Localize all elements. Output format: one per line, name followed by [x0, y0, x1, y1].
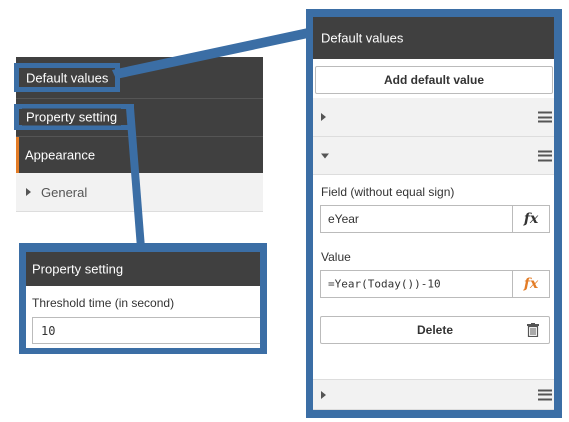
field-value: eYear — [328, 212, 359, 226]
drag-handle-icon[interactable] — [538, 389, 552, 400]
property-setting-zoom: Property setting Threshold time (in seco… — [19, 243, 267, 354]
default-value-item-expanded[interactable] — [313, 137, 554, 175]
property-setting-callout-label: Property setting — [22, 108, 122, 126]
default-values-callout-label: Default values — [22, 69, 113, 86]
add-default-value-button[interactable]: Add default value — [315, 66, 553, 94]
field-label: Field (without equal sign) — [321, 185, 455, 199]
property-setting-header: Property setting — [26, 252, 260, 286]
appearance-label: Appearance — [25, 147, 96, 163]
expand-arrow-icon[interactable] — [321, 113, 326, 121]
default-values-callout: Default values — [14, 63, 120, 92]
trash-icon — [527, 323, 539, 337]
default-value-item-collapsed[interactable] — [313, 379, 554, 410]
value-expression: =Year(Today())-10 — [328, 277, 441, 291]
default-values-zoom: Default values Add default value Field (… — [306, 9, 562, 418]
drag-handle-icon[interactable] — [538, 111, 552, 123]
fx-expression-icon[interactable]: fx — [512, 206, 549, 232]
delete-button[interactable]: Delete — [320, 316, 550, 344]
property-setting-title: Property setting — [32, 261, 124, 277]
default-values-title: Default values — [321, 30, 404, 46]
general-label: General — [41, 185, 88, 200]
threshold-time-label: Threshold time (in second) — [32, 296, 175, 310]
default-value-item-collapsed[interactable] — [313, 98, 554, 137]
value-label: Value — [321, 250, 351, 264]
threshold-time-input[interactable]: 10 — [32, 317, 260, 344]
drag-handle-icon[interactable] — [538, 150, 552, 161]
general-section[interactable]: General — [16, 173, 263, 212]
expand-arrow-icon[interactable] — [321, 390, 326, 399]
field-input[interactable]: eYear fx — [320, 205, 550, 233]
appearance-section[interactable]: Appearance — [16, 137, 263, 173]
default-values-header: Default values — [313, 17, 554, 59]
delete-button-label: Delete — [416, 323, 454, 337]
property-setting-callout: Property setting — [14, 104, 134, 130]
expand-arrow-icon — [26, 188, 31, 196]
fx-expression-icon[interactable]: fx — [512, 271, 549, 297]
value-input[interactable]: =Year(Today())-10 fx — [320, 270, 550, 298]
collapse-arrow-icon[interactable] — [321, 153, 329, 158]
